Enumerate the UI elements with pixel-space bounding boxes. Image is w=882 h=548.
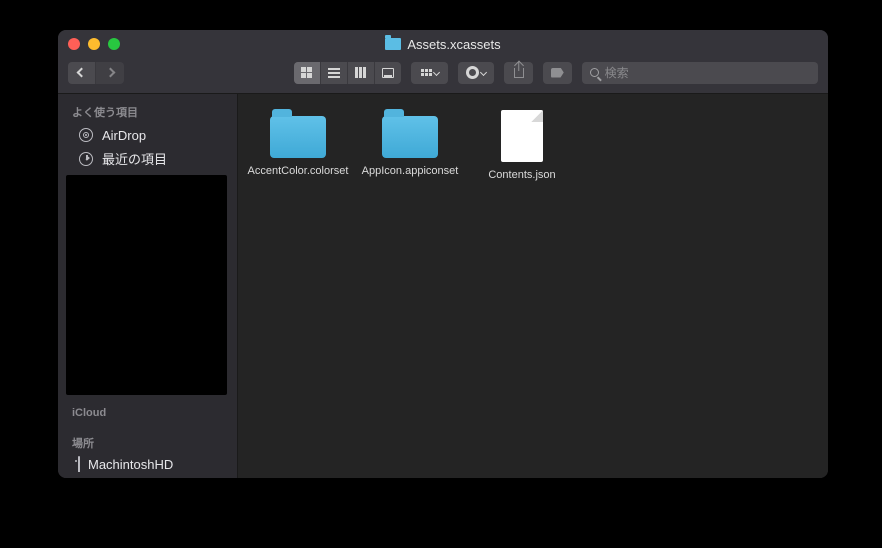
close-button[interactable] xyxy=(68,38,80,50)
file-item-label: AccentColor.colorset xyxy=(248,164,349,179)
traffic-lights xyxy=(68,38,120,50)
finder-window: Assets.xcassets xyxy=(58,30,828,478)
view-list-button[interactable] xyxy=(321,62,348,84)
folder-icon xyxy=(270,116,326,158)
sidebar-header-icloud: iCloud xyxy=(58,403,237,423)
disk-icon xyxy=(78,457,80,472)
search-icon xyxy=(590,68,599,77)
toolbar xyxy=(58,58,828,94)
sidebar-item-disk[interactable]: MachintoshHD xyxy=(58,455,237,472)
chevron-down-icon xyxy=(432,69,439,76)
window-body: よく使う項目 AirDrop 最近の項目 iCloud 場所 Machintos… xyxy=(58,94,828,478)
file-item-label: Contents.json xyxy=(488,168,555,183)
chevron-right-icon xyxy=(105,68,115,78)
sidebar-preview xyxy=(66,175,227,395)
forward-button[interactable] xyxy=(96,62,124,84)
file-item-label: AppIcon.appiconset xyxy=(362,164,459,179)
search-input[interactable] xyxy=(605,66,810,80)
view-columns-button[interactable] xyxy=(348,62,375,84)
file-item[interactable]: AppIcon.appiconset xyxy=(358,108,462,179)
sidebar-item-label: AirDrop xyxy=(102,128,146,143)
sidebar: よく使う項目 AirDrop 最近の項目 iCloud 場所 Machintos… xyxy=(58,94,238,478)
folder-icon xyxy=(385,38,401,50)
view-mode-group xyxy=(294,62,401,84)
document-icon xyxy=(501,110,543,162)
view-gallery-button[interactable] xyxy=(375,62,402,84)
chevron-left-icon xyxy=(77,68,87,78)
sidebar-header-favorites: よく使う項目 xyxy=(58,100,237,124)
file-item[interactable]: Contents.json xyxy=(470,108,574,183)
window-title-text: Assets.xcassets xyxy=(407,37,500,52)
clock-icon xyxy=(78,151,94,167)
share-button[interactable] xyxy=(504,62,533,84)
folder-icon xyxy=(382,116,438,158)
titlebar[interactable]: Assets.xcassets xyxy=(58,30,828,58)
grid-icon xyxy=(301,67,312,78)
gear-icon xyxy=(466,66,479,79)
minimize-button[interactable] xyxy=(88,38,100,50)
group-by-button[interactable] xyxy=(411,62,447,84)
airdrop-icon xyxy=(78,127,94,143)
nav-buttons xyxy=(68,62,124,84)
search-field[interactable] xyxy=(582,62,818,84)
sidebar-header-locations: 場所 xyxy=(58,431,237,455)
group-icon xyxy=(421,69,432,76)
columns-icon xyxy=(355,67,366,78)
tag-icon xyxy=(551,68,564,78)
zoom-button[interactable] xyxy=(108,38,120,50)
gallery-icon xyxy=(382,68,394,78)
sidebar-item-recents[interactable]: 最近の項目 xyxy=(58,146,237,171)
window-title: Assets.xcassets xyxy=(385,37,500,52)
list-icon xyxy=(328,68,340,78)
view-icons-button[interactable] xyxy=(294,62,321,84)
share-icon xyxy=(514,68,524,78)
file-item[interactable]: AccentColor.colorset xyxy=(246,108,350,179)
back-button[interactable] xyxy=(68,62,96,84)
sidebar-item-label: MachintoshHD xyxy=(88,457,173,472)
chevron-down-icon xyxy=(480,69,487,76)
tags-button[interactable] xyxy=(543,62,572,84)
action-menu-button[interactable] xyxy=(458,62,494,84)
sidebar-item-label: 最近の項目 xyxy=(102,149,167,168)
sidebar-item-airdrop[interactable]: AirDrop xyxy=(58,124,237,146)
content-area[interactable]: AccentColor.colorset AppIcon.appiconset … xyxy=(238,94,828,478)
